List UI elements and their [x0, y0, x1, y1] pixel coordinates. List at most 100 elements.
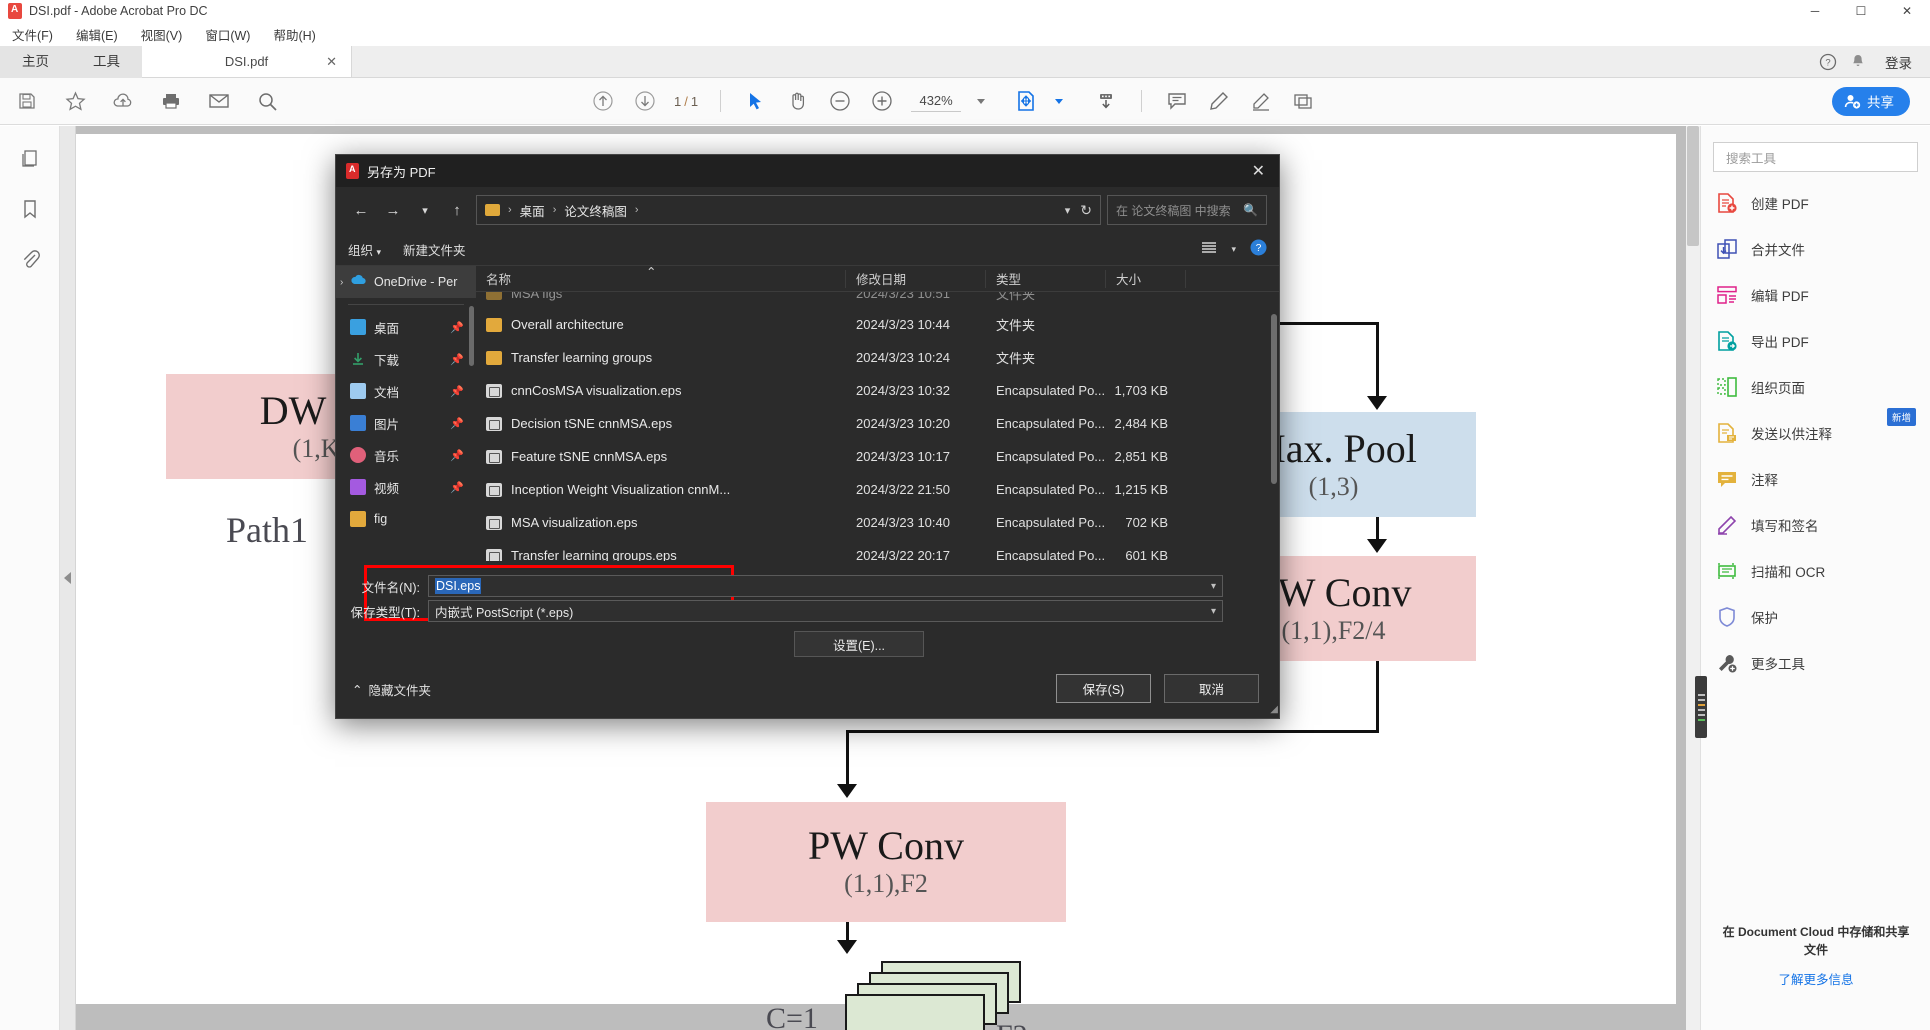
tab-document[interactable]: DSI.pdf ✕: [142, 46, 352, 77]
print-icon[interactable]: [158, 88, 184, 114]
tool-item-protect[interactable]: 保护: [1701, 594, 1930, 640]
navigation-pane-collapse-handle[interactable]: [60, 126, 76, 1030]
attachments-icon[interactable]: [17, 246, 43, 272]
settings-button[interactable]: 设置(E)...: [794, 631, 924, 657]
back-button[interactable]: ←: [348, 197, 374, 223]
up-one-level-button[interactable]: ↑: [444, 197, 470, 223]
table-row[interactable]: Feature tSNE cnnMSA.eps 2024/3/23 10:17 …: [476, 440, 1279, 473]
pin-icon[interactable]: 📌: [450, 353, 464, 366]
address-bar[interactable]: › 桌面 › 论文终稿图 › ▾ ↻: [476, 195, 1101, 225]
table-row[interactable]: Transfer learning groups.eps 2024/3/22 2…: [476, 539, 1279, 561]
fit-page-icon[interactable]: [1013, 88, 1039, 114]
filename-input[interactable]: DSI.eps ▾: [428, 575, 1223, 597]
signature-icon[interactable]: [1248, 88, 1274, 114]
tool-item-fill-and-sign[interactable]: 填写和签名: [1701, 502, 1930, 548]
column-header-name[interactable]: 名称 ⌃: [476, 266, 846, 288]
table-row[interactable]: Overall architecture 2024/3/23 10:44 文件夹: [476, 308, 1279, 341]
menu-window[interactable]: 窗口(W): [205, 25, 250, 44]
place-item-pictures[interactable]: 图片 📌: [336, 407, 476, 439]
table-row[interactable]: Inception Weight Visualization cnnM... 2…: [476, 473, 1279, 506]
close-icon[interactable]: ✕: [326, 54, 337, 70]
close-icon[interactable]: ✕: [1252, 161, 1265, 181]
arrow-down-circle-icon[interactable]: [632, 88, 658, 114]
login-button[interactable]: 登录: [1885, 52, 1912, 72]
hide-folders-toggle[interactable]: ⌃ 隐藏文件夹: [352, 680, 431, 699]
download-tray-icon[interactable]: [1093, 88, 1119, 114]
arrow-up-circle-icon[interactable]: [590, 88, 616, 114]
menu-view[interactable]: 视图(V): [141, 25, 183, 44]
menu-help[interactable]: 帮助(H): [273, 25, 315, 44]
organize-menu-button[interactable]: 组织 ▾: [348, 240, 381, 259]
view-list-icon[interactable]: [1201, 241, 1217, 258]
table-row[interactable]: Transfer learning groups 2024/3/23 10:24…: [476, 341, 1279, 374]
zoom-level-value[interactable]: 432%: [911, 91, 962, 112]
place-item-fig[interactable]: fig: [336, 503, 476, 535]
scrollbar-thumb[interactable]: [1687, 126, 1699, 246]
menu-edit[interactable]: 编辑(E): [76, 25, 118, 44]
help-circle-icon[interactable]: ?: [1250, 239, 1267, 259]
column-header-date[interactable]: 修改日期: [846, 269, 986, 288]
help-circle-icon[interactable]: ?: [1813, 46, 1843, 78]
save-icon[interactable]: [14, 88, 40, 114]
plus-circle-icon[interactable]: [869, 88, 895, 114]
resize-grip-icon[interactable]: ◢: [1270, 704, 1278, 715]
pin-icon[interactable]: 📌: [450, 449, 464, 462]
stamp-icon[interactable]: [1290, 88, 1316, 114]
hand-icon[interactable]: [785, 88, 811, 114]
upload-cloud-icon[interactable]: [110, 88, 136, 114]
menu-file[interactable]: 文件(F): [12, 25, 53, 44]
tool-item-comments[interactable]: 注释: [1701, 456, 1930, 502]
recent-locations-button[interactable]: ▾: [412, 197, 438, 223]
tab-tools[interactable]: 工具: [71, 46, 142, 78]
tool-item-send-for-comments[interactable]: 发送以供注释 新增: [1701, 408, 1930, 456]
tool-item-edit-pdf[interactable]: 编辑 PDF: [1701, 272, 1930, 318]
file-list-scrollbar-thumb[interactable]: [1271, 314, 1277, 484]
pin-icon[interactable]: 📌: [450, 385, 464, 398]
chevron-right-icon[interactable]: ›: [340, 277, 343, 288]
column-header-size[interactable]: 大小: [1106, 269, 1186, 288]
page-indicator[interactable]: 1/1: [674, 94, 698, 109]
place-item-desktop[interactable]: 桌面 📌: [336, 311, 476, 343]
share-button[interactable]: 共享: [1832, 86, 1910, 116]
breadcrumb-item-desktop[interactable]: 桌面: [520, 201, 545, 220]
pin-icon[interactable]: 📌: [450, 417, 464, 430]
tool-item-organize-pages[interactable]: 组织页面: [1701, 364, 1930, 410]
table-row[interactable]: cnnCosMSA visualization.eps 2024/3/23 10…: [476, 374, 1279, 407]
search-icon[interactable]: [254, 88, 280, 114]
email-icon[interactable]: [206, 88, 232, 114]
forward-button[interactable]: →: [380, 197, 406, 223]
breadcrumb-item-folder[interactable]: 论文终稿图: [564, 201, 627, 220]
place-item-documents[interactable]: 文档 📌: [336, 375, 476, 407]
cloud-learn-more-link[interactable]: 了解更多信息: [1701, 969, 1930, 988]
maximize-button[interactable]: ☐: [1838, 0, 1884, 22]
tool-item-create-pdf[interactable]: 创建 PDF: [1701, 180, 1930, 226]
document-vertical-scrollbar[interactable]: [1686, 126, 1700, 1030]
chevron-down-icon[interactable]: ▾: [1231, 244, 1236, 255]
pin-icon[interactable]: 📌: [450, 321, 464, 334]
comment-icon[interactable]: [1164, 88, 1190, 114]
chevron-down-icon[interactable]: ▾: [1065, 204, 1071, 217]
tool-item-export-pdf[interactable]: 导出 PDF: [1701, 318, 1930, 364]
close-button[interactable]: ✕: [1884, 0, 1930, 22]
bookmarks-icon[interactable]: [17, 196, 43, 222]
cancel-button[interactable]: 取消: [1164, 674, 1259, 703]
tools-panel-handle[interactable]: [1695, 676, 1707, 738]
page-thumbnails-icon[interactable]: [17, 146, 43, 172]
place-item-downloads[interactable]: 下载 📌: [336, 343, 476, 375]
chevron-down-icon[interactable]: ▾: [1211, 581, 1216, 592]
save-button[interactable]: 保存(S): [1056, 674, 1151, 703]
chevron-down-icon[interactable]: ▾: [1211, 606, 1216, 617]
cursor-arrow-icon[interactable]: [743, 88, 769, 114]
sidebar-scrollbar-thumb[interactable]: [469, 306, 474, 366]
minus-circle-icon[interactable]: [827, 88, 853, 114]
tab-home[interactable]: 主页: [0, 46, 71, 78]
chevron-down-icon[interactable]: [977, 98, 986, 104]
fit-chevron-down-icon[interactable]: [1055, 98, 1064, 104]
table-row[interactable]: MSA visualization.eps 2024/3/23 10:40 En…: [476, 506, 1279, 539]
minimize-button[interactable]: ─: [1792, 0, 1838, 22]
refresh-icon[interactable]: ↻: [1080, 202, 1092, 219]
place-item-videos[interactable]: 视频 📌: [336, 471, 476, 503]
new-folder-button[interactable]: 新建文件夹: [403, 240, 466, 259]
column-header-type[interactable]: 类型: [986, 269, 1106, 288]
dialog-search-input[interactable]: 在 论文终稿图 中搜索 🔍: [1107, 195, 1267, 225]
